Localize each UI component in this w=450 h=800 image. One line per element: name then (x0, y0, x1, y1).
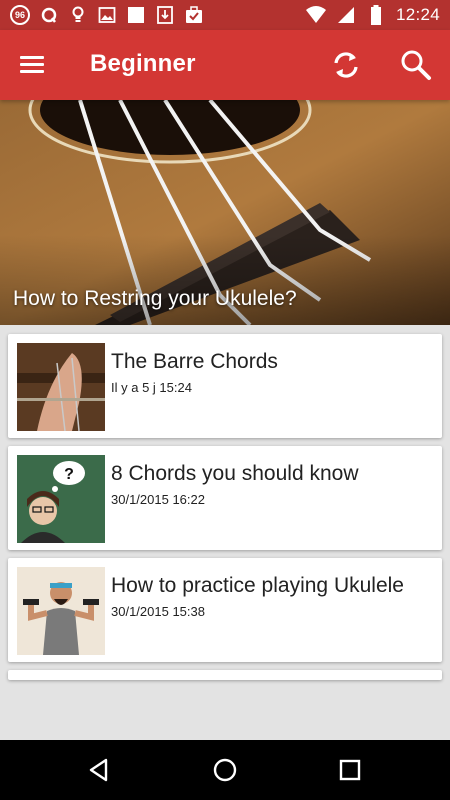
notification-badge-icon: 96 (10, 5, 30, 25)
article-title: The Barre Chords (111, 350, 278, 373)
recents-icon[interactable] (335, 755, 365, 785)
back-icon[interactable] (84, 755, 114, 785)
search-icon[interactable] (398, 47, 434, 83)
image-icon (97, 5, 117, 25)
article-thumbnail (17, 343, 105, 431)
lightbulb-icon (68, 5, 88, 25)
system-navigation-bar (0, 740, 450, 800)
featured-article[interactable]: How to Restring your Ukulele? (0, 100, 450, 325)
wifi-icon (305, 5, 326, 25)
app-bar: Beginner (0, 30, 450, 100)
checkbox-icon (126, 5, 146, 25)
article-card[interactable]: The Barre Chords Il y a 5 j 15:24 (8, 334, 442, 438)
article-date: 30/1/2015 15:38 (111, 604, 205, 619)
article-date: 30/1/2015 16:22 (111, 492, 205, 507)
article-card[interactable]: ? 8 Chords you should know 30/1/2015 16:… (8, 446, 442, 550)
signal-icon (336, 5, 356, 25)
article-date: Il y a 5 j 15:24 (111, 380, 192, 395)
battery-icon (366, 5, 386, 25)
article-card-partial[interactable] (8, 670, 442, 680)
article-title: How to practice playing Ukulele (111, 574, 404, 597)
status-bar: 96 12:24 (0, 0, 450, 30)
download-icon (155, 5, 175, 25)
page-title: Beginner (90, 50, 196, 77)
clock: 12:24 (395, 5, 440, 24)
article-thumbnail (17, 567, 105, 655)
home-icon[interactable] (210, 755, 240, 785)
sync-arrow-icon (39, 5, 59, 25)
svg-text:?: ? (64, 466, 74, 483)
refresh-icon[interactable] (328, 47, 364, 83)
article-thumbnail: ? (17, 455, 105, 543)
menu-icon[interactable] (20, 52, 50, 78)
article-card[interactable]: How to practice playing Ukulele 30/1/201… (8, 558, 442, 662)
article-title: 8 Chords you should know (111, 462, 359, 485)
featured-article-title: How to Restring your Ukulele? (13, 287, 297, 310)
briefcase-check-icon (184, 5, 204, 25)
